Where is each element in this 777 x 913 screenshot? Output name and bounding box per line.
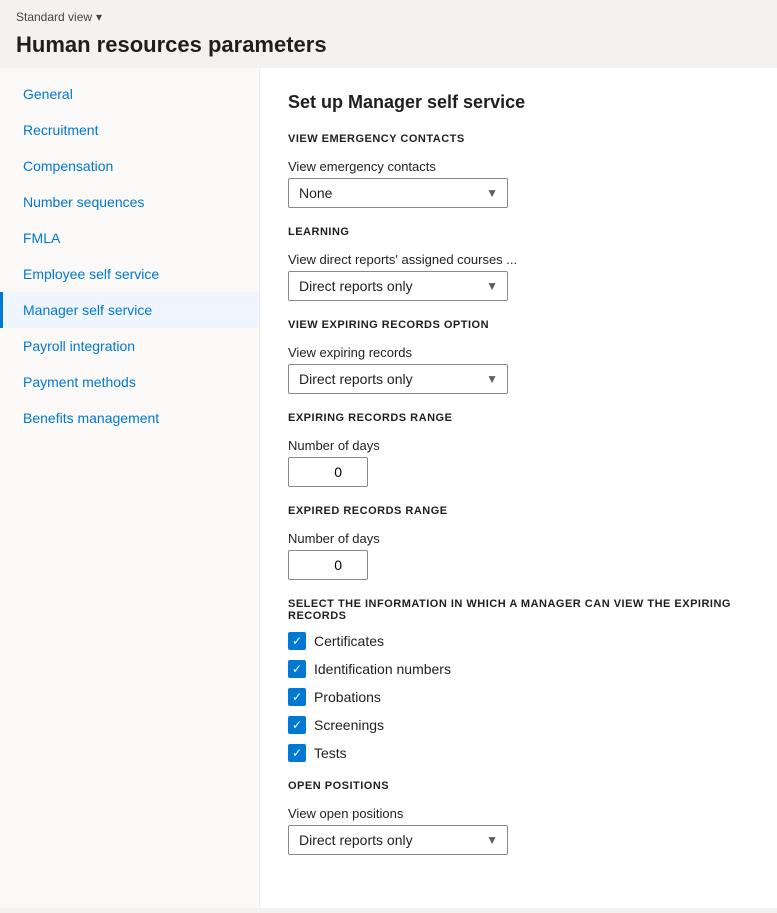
checkbox-certificates[interactable]: ✓ (288, 632, 306, 650)
checkmark-icon: ✓ (292, 691, 302, 703)
standard-view-button[interactable]: Standard view ▾ (16, 10, 102, 24)
checkmark-icon: ✓ (292, 635, 302, 647)
section-label-expiring-records-option: VIEW EXPIRING RECORDS OPTION (288, 319, 749, 331)
section-label-learning: LEARNING (288, 226, 749, 238)
label-tests: Tests (314, 745, 347, 761)
sidebar-item-number-sequences[interactable]: Number sequences (0, 184, 259, 220)
field-label-expiring-records: View expiring records (288, 345, 749, 360)
checkbox-row-identification-numbers: ✓ Identification numbers (288, 660, 749, 678)
checkbox-screenings[interactable]: ✓ (288, 716, 306, 734)
sidebar: General Recruitment Compensation Number … (0, 68, 260, 908)
sidebar-item-recruitment[interactable]: Recruitment (0, 112, 259, 148)
page-title: Human resources parameters (0, 28, 777, 68)
section-open-positions: OPEN POSITIONS View open positions Direc… (288, 780, 749, 855)
dropdown-learning-wrapper: Direct reports only All reports None ▼ (288, 271, 508, 301)
content-title: Set up Manager self service (288, 92, 749, 113)
section-view-expiring-records-option: VIEW EXPIRING RECORDS OPTION View expiri… (288, 319, 749, 394)
section-select-information: SELECT THE INFORMATION IN WHICH A MANAGE… (288, 598, 749, 762)
label-screenings: Screenings (314, 717, 384, 733)
checkmark-icon: ✓ (292, 747, 302, 759)
sidebar-item-manager-self-service[interactable]: Manager self service (0, 292, 259, 328)
sidebar-item-general[interactable]: General (0, 76, 259, 112)
checkbox-row-certificates: ✓ Certificates (288, 632, 749, 650)
checkbox-row-probations: ✓ Probations (288, 688, 749, 706)
dropdown-expiring-records[interactable]: Direct reports only All reports None (288, 364, 508, 394)
checkmark-icon: ✓ (292, 663, 302, 675)
sidebar-item-payment-methods[interactable]: Payment methods (0, 364, 259, 400)
checkbox-row-tests: ✓ Tests (288, 744, 749, 762)
section-label-expiring-records-range: EXPIRING RECORDS RANGE (288, 412, 749, 424)
sidebar-item-payroll-integration[interactable]: Payroll integration (0, 328, 259, 364)
checkbox-probations[interactable]: ✓ (288, 688, 306, 706)
sidebar-item-compensation[interactable]: Compensation (0, 148, 259, 184)
section-label-expired-records-range: EXPIRED RECORDS RANGE (288, 505, 749, 517)
field-label-expiring-days: Number of days (288, 438, 749, 453)
dropdown-emergency-contacts[interactable]: None Direct reports only All reports (288, 178, 508, 208)
section-expired-records-range: EXPIRED RECORDS RANGE Number of days (288, 505, 749, 580)
checkbox-tests[interactable]: ✓ (288, 744, 306, 762)
standard-view-label: Standard view (16, 10, 92, 24)
dropdown-open-positions[interactable]: Direct reports only All reports None (288, 825, 508, 855)
field-label-learning: View direct reports' assigned courses ..… (288, 252, 749, 267)
section-label-open-positions: OPEN POSITIONS (288, 780, 749, 792)
dropdown-open-positions-wrapper: Direct reports only All reports None ▼ (288, 825, 508, 855)
section-view-emergency-contacts: VIEW EMERGENCY CONTACTS View emergency c… (288, 133, 749, 208)
section-label-emergency-contacts: VIEW EMERGENCY CONTACTS (288, 133, 749, 145)
field-label-open-positions: View open positions (288, 806, 749, 821)
sidebar-item-benefits-management[interactable]: Benefits management (0, 400, 259, 436)
label-probations: Probations (314, 689, 381, 705)
field-label-expired-days: Number of days (288, 531, 749, 546)
label-identification-numbers: Identification numbers (314, 661, 451, 677)
section-expiring-records-range: EXPIRING RECORDS RANGE Number of days (288, 412, 749, 487)
main-content: Set up Manager self service VIEW EMERGEN… (260, 68, 777, 908)
dropdown-learning[interactable]: Direct reports only All reports None (288, 271, 508, 301)
section-learning: LEARNING View direct reports' assigned c… (288, 226, 749, 301)
label-certificates: Certificates (314, 633, 384, 649)
checkbox-row-screenings: ✓ Screenings (288, 716, 749, 734)
sidebar-item-employee-self-service[interactable]: Employee self service (0, 256, 259, 292)
dropdown-emergency-contacts-wrapper: None Direct reports only All reports ▼ (288, 178, 508, 208)
field-label-emergency-contacts: View emergency contacts (288, 159, 749, 174)
input-expired-days[interactable] (288, 550, 368, 580)
input-expiring-days[interactable] (288, 457, 368, 487)
checkmark-icon: ✓ (292, 719, 302, 731)
section-label-select-information: SELECT THE INFORMATION IN WHICH A MANAGE… (288, 598, 749, 622)
sidebar-item-fmla[interactable]: FMLA (0, 220, 259, 256)
checkbox-identification-numbers[interactable]: ✓ (288, 660, 306, 678)
dropdown-expiring-records-wrapper: Direct reports only All reports None ▼ (288, 364, 508, 394)
standard-view-chevron: ▾ (96, 10, 102, 24)
